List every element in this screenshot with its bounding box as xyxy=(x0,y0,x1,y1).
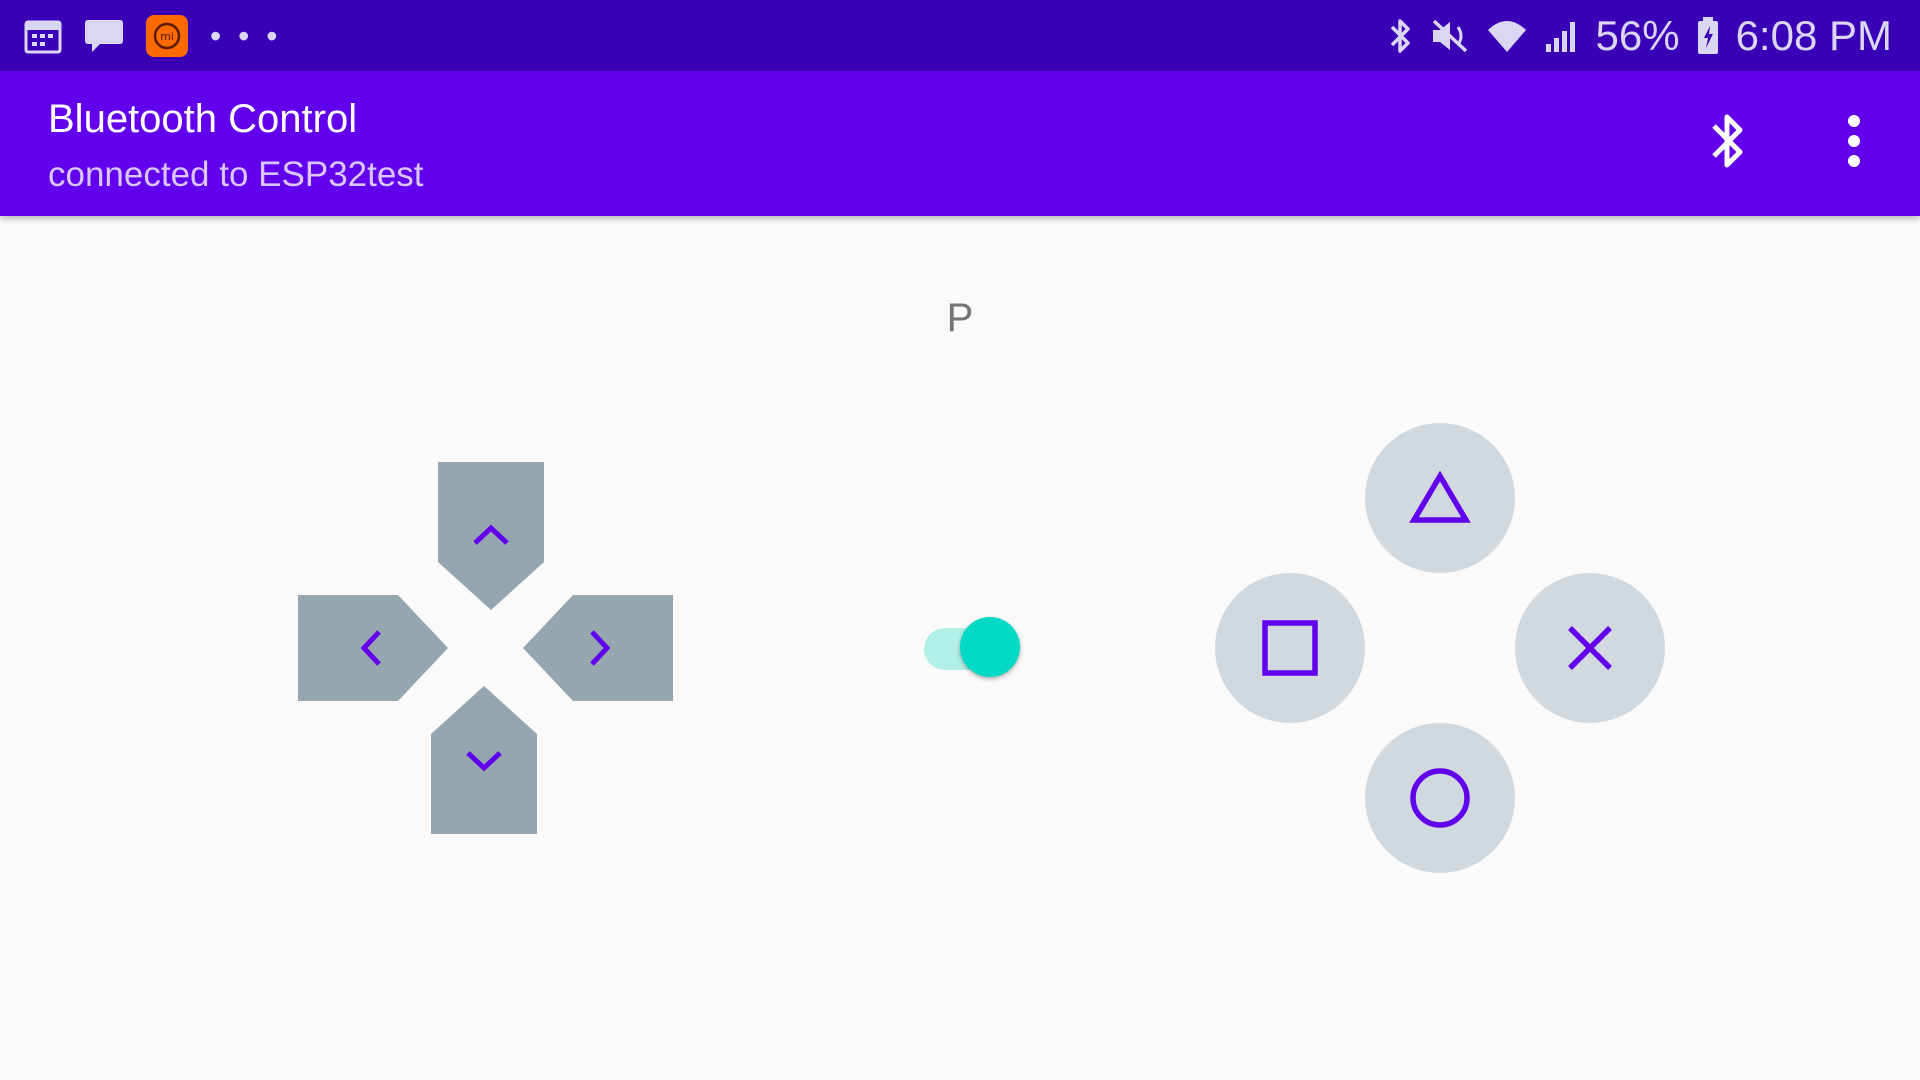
cross-icon xyxy=(1568,626,1612,670)
circle-button[interactable] xyxy=(1365,723,1515,873)
dpad-left-button[interactable] xyxy=(298,595,448,701)
battery-percent: 56% xyxy=(1595,12,1680,59)
chat-icon xyxy=(84,17,124,55)
calendar-icon xyxy=(24,18,62,54)
bluetooth-icon xyxy=(1708,109,1748,178)
circle-icon xyxy=(1410,768,1470,828)
square-button[interactable] xyxy=(1215,573,1365,723)
mode-label: P xyxy=(946,296,974,340)
triangle-icon xyxy=(1409,470,1471,523)
bluetooth-button[interactable] xyxy=(1700,107,1756,179)
connection-status: connected to ESP32test xyxy=(48,155,424,194)
svg-text:mi: mi xyxy=(160,30,174,43)
wifi-icon xyxy=(1486,18,1528,54)
overflow-menu-button[interactable] xyxy=(1830,107,1878,179)
status-left-icons: mi • • • xyxy=(24,14,281,58)
square-icon xyxy=(1262,620,1318,676)
cross-button[interactable] xyxy=(1515,573,1665,723)
mode-toggle-switch[interactable] xyxy=(922,616,1022,682)
app-title: Bluetooth Control xyxy=(48,97,358,141)
signal-icon xyxy=(1544,18,1580,54)
clock: 6:08 PM xyxy=(1735,12,1892,59)
overflow-menu-icon xyxy=(1846,114,1862,172)
bluetooth-status-icon xyxy=(1388,16,1414,56)
status-bar: mi • • • 56% 6:08 PM xyxy=(0,0,1920,71)
dpad-down-button[interactable] xyxy=(431,686,537,834)
mi-icon: mi xyxy=(146,15,188,57)
screen: mi • • • 56% 6:08 PM Bluetooth Control c… xyxy=(0,0,1920,1080)
triangle-button[interactable] xyxy=(1365,423,1515,573)
app-bar: Bluetooth Control connected to ESP32test xyxy=(0,71,1920,216)
battery-icon xyxy=(1696,16,1720,56)
more-notifications-icon: • • • xyxy=(210,18,282,54)
status-right-icons: 56% 6:08 PM xyxy=(1388,10,1892,62)
toggle-thumb xyxy=(960,617,1020,677)
dpad-right-button[interactable] xyxy=(523,595,673,701)
vibrate-muted-icon xyxy=(1430,17,1470,55)
dpad-up-button[interactable] xyxy=(438,462,544,610)
